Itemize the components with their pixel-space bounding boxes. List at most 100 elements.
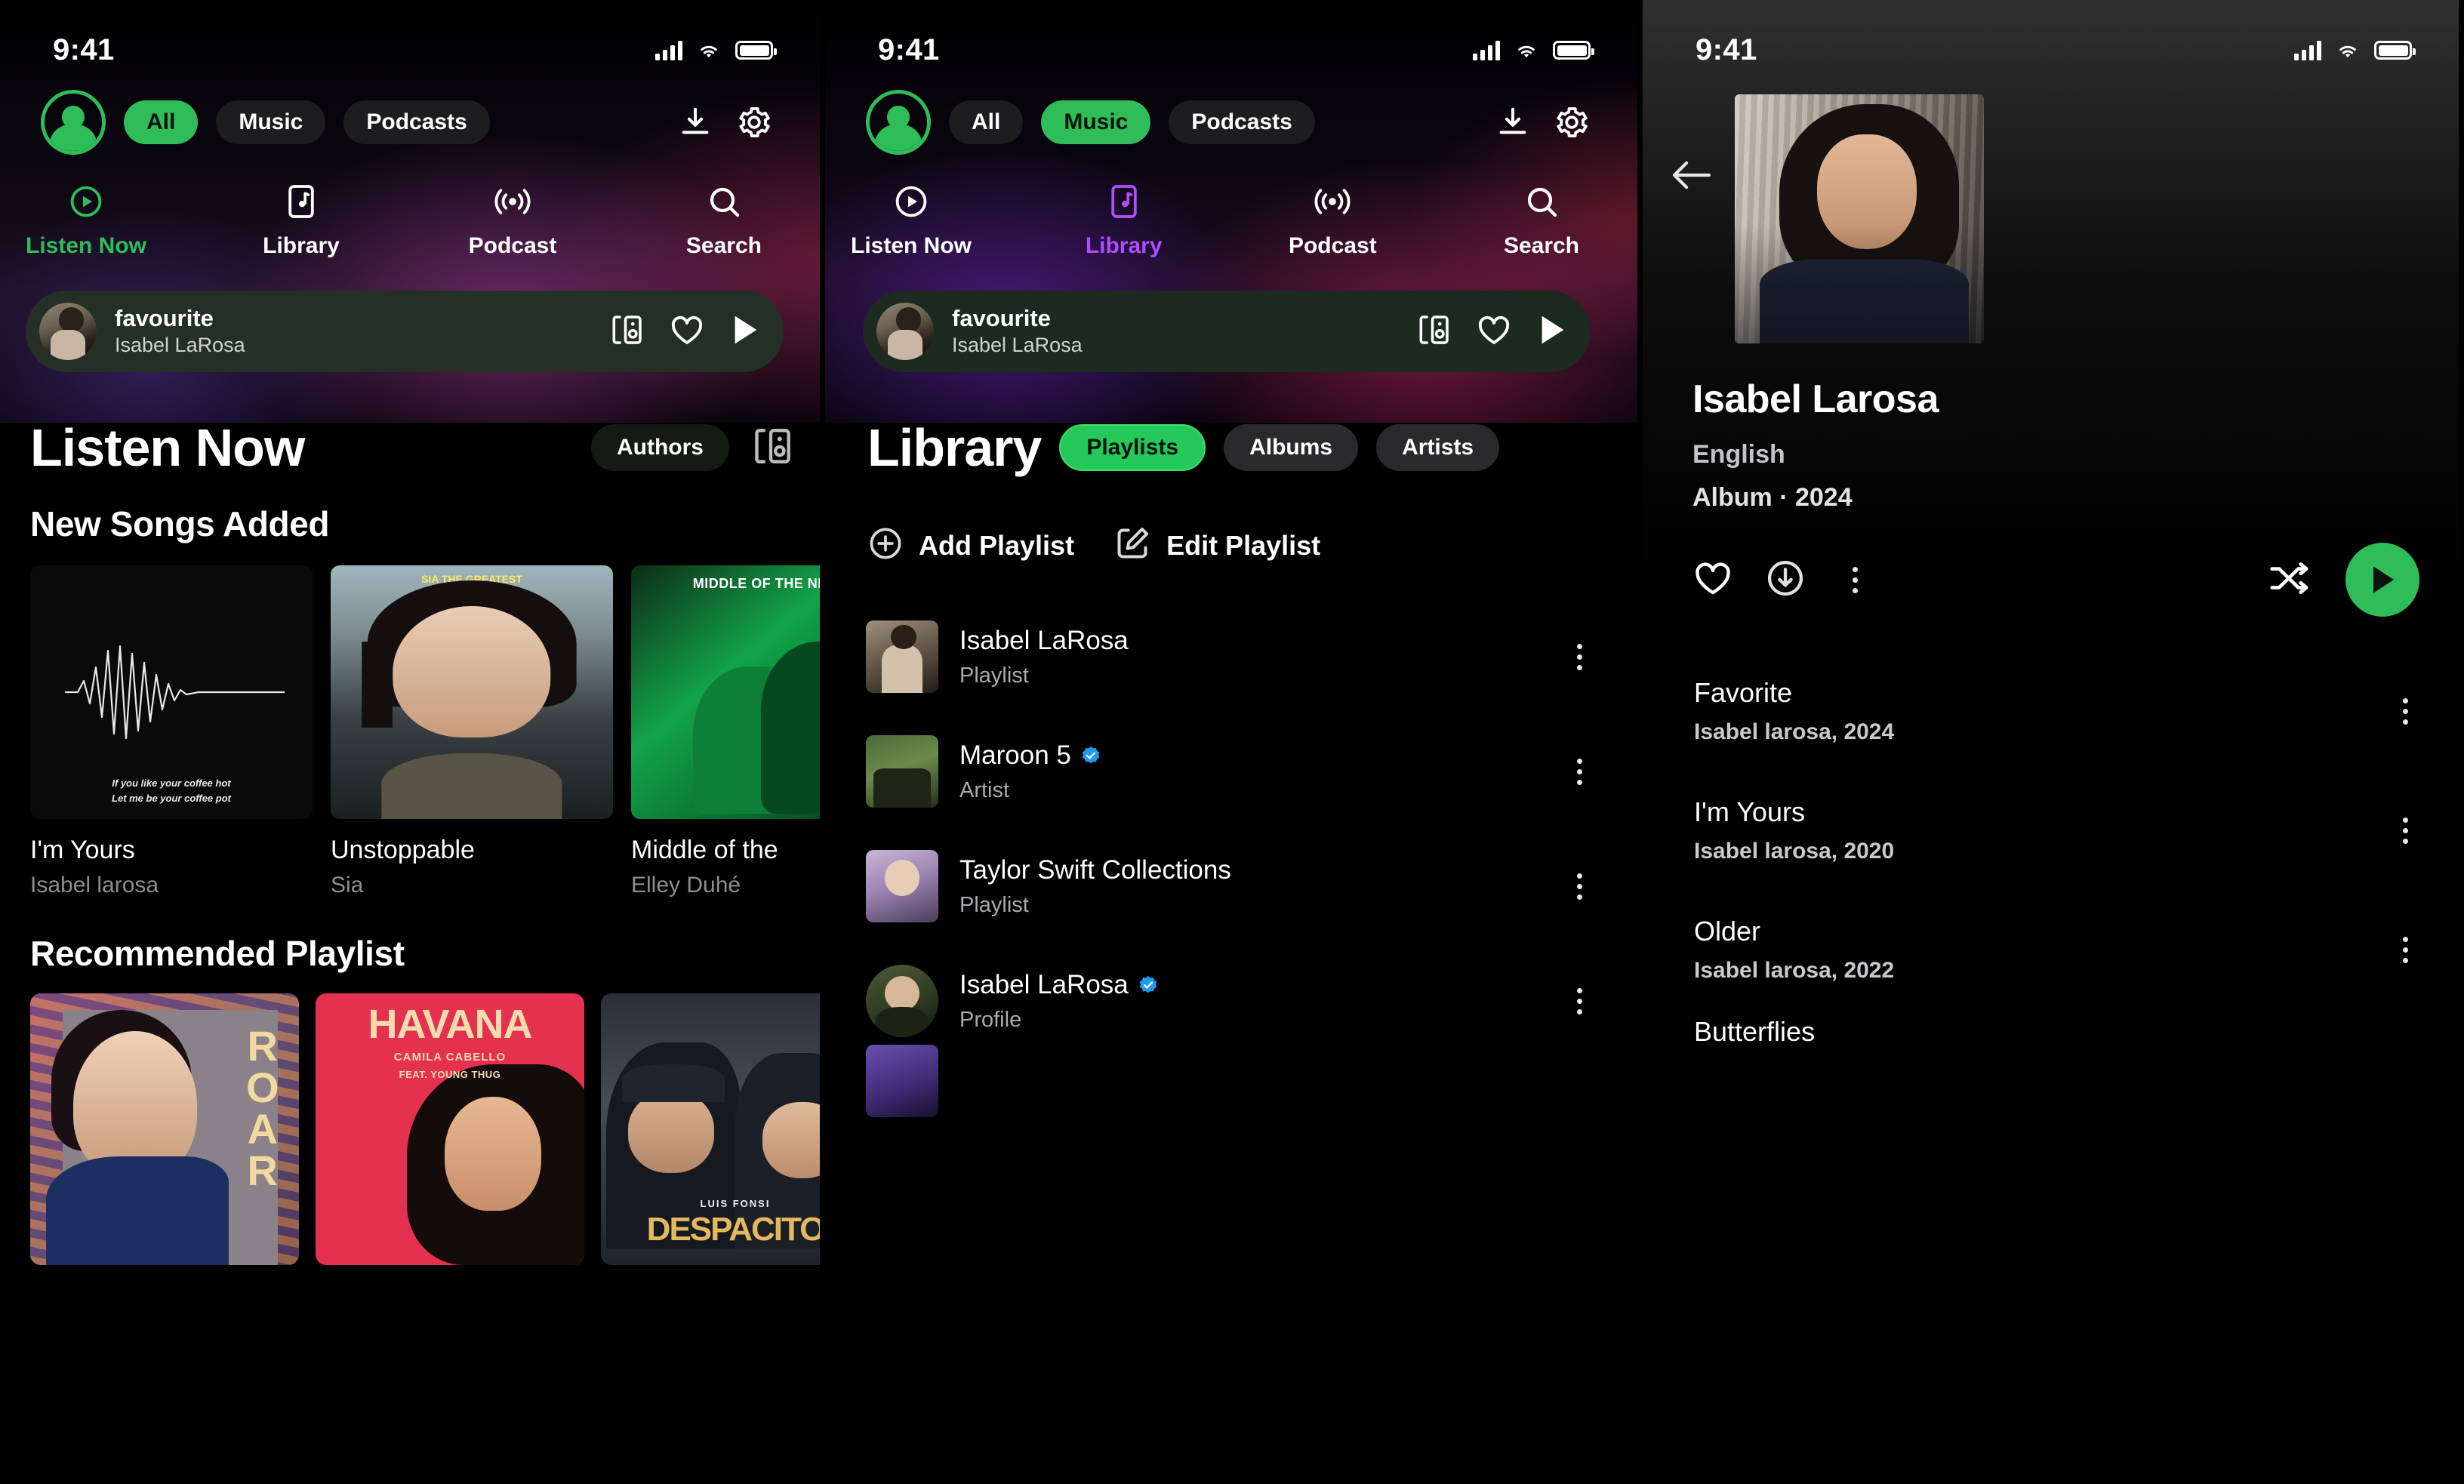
shuffle-icon[interactable] [2267, 558, 2314, 602]
heart-icon[interactable] [1476, 313, 1512, 350]
nav-tab-label: Search [685, 233, 762, 258]
status-indicators [1473, 40, 1594, 60]
nav-tab-label: Podcast [468, 233, 557, 258]
now-playing-title: favourite [952, 305, 1051, 332]
heart-icon[interactable] [1692, 559, 1733, 601]
waveform-icon [64, 645, 285, 740]
list-item[interactable]: Maroon 5 Artist [825, 714, 1637, 829]
chip-music[interactable]: Music [216, 100, 326, 144]
song-card[interactable]: SIA THE GREATEST Unstoppable Sia [331, 565, 613, 898]
chip-all[interactable]: All [124, 100, 199, 144]
wifi-icon [1518, 45, 1535, 57]
more-vertical-icon[interactable] [1562, 639, 1597, 674]
song-artist: Sia [331, 873, 364, 897]
nav-tab-search[interactable]: Search [1485, 182, 1598, 259]
more-vertical-icon[interactable] [1837, 562, 1872, 597]
verified-badge-icon [1139, 975, 1157, 993]
more-vertical-icon[interactable] [1562, 984, 1597, 1018]
nav-tab-search[interactable]: Search [667, 182, 781, 259]
list-item[interactable]: Taylor Swift Collections Playlist [825, 829, 1637, 944]
now-playing-bar[interactable]: favourite Isabel LaRosa [863, 291, 1591, 372]
track-row[interactable]: I'm Yours Isabel larosa, 2020 [1643, 771, 2459, 890]
phone-screen-listen-now: 9:41 All Music Podcasts Listen Now Libra… [0, 0, 820, 1484]
gear-icon[interactable] [1551, 102, 1592, 143]
nav-tab-library[interactable]: Library [1067, 182, 1181, 259]
track-row[interactable]: Favorite Isabel larosa, 2024 [1643, 651, 2459, 771]
now-playing-bar[interactable]: favourite Isabel LaRosa [26, 291, 784, 372]
download-circle-icon[interactable] [1765, 558, 1806, 602]
spotify-connect-icon[interactable] [752, 425, 794, 471]
nav-tab-podcast[interactable]: Podcast [1276, 182, 1389, 259]
download-icon[interactable] [1492, 102, 1533, 143]
recommended-card[interactable]: LUIS FONSI DESPACITO [601, 993, 820, 1265]
chip-music[interactable]: Music [1041, 100, 1151, 144]
gear-icon[interactable] [734, 102, 775, 143]
profile-avatar-icon[interactable] [41, 90, 106, 155]
play-icon[interactable] [1536, 313, 1568, 351]
track-row[interactable]: Butterflies [1643, 1009, 2459, 1055]
edit-pencil-icon [1113, 525, 1151, 566]
play-icon[interactable] [729, 313, 761, 351]
status-bar: 9:41 [1643, 0, 2459, 67]
list-item-title: Isabel LaRosa [959, 970, 1541, 1000]
track-subtitle: Isabel larosa, 2020 [1694, 839, 1895, 864]
more-vertical-icon[interactable] [2388, 813, 2422, 848]
wifi-icon [701, 45, 717, 57]
more-vertical-icon[interactable] [1562, 869, 1597, 904]
track-list: Favorite Isabel larosa, 2024 I'm Yours I… [1643, 617, 2459, 1055]
list-item-meta: Taylor Swift Collections Playlist [959, 855, 1541, 918]
now-playing-actions [1417, 313, 1568, 351]
nav-tab-library[interactable]: Library [245, 182, 358, 259]
list-item-title: Maroon 5 [959, 740, 1541, 771]
play-button[interactable] [2345, 543, 2419, 617]
recommended-card[interactable]: ROAR [30, 993, 299, 1265]
authors-button[interactable]: Authors [591, 424, 729, 471]
more-vertical-icon[interactable] [2388, 932, 2422, 967]
song-title: I'm Yours [30, 836, 135, 864]
page-title: Listen Now [30, 418, 305, 477]
track-title: I'm Yours [1694, 796, 1805, 827]
add-playlist-button[interactable]: Add Playlist [867, 525, 1074, 565]
recommended-card[interactable]: HAVANA CAMILA CABELLO FEAT. YOUNG THUG [316, 993, 584, 1265]
artist-album-meta: Album · 2024 [1692, 483, 1853, 512]
now-playing-artist: Isabel LaRosa [115, 334, 245, 357]
song-artist: Isabel larosa [30, 873, 159, 897]
track-row[interactable]: Older Isabel larosa, 2022 [1643, 890, 2459, 1009]
edit-playlist-label: Edit Playlist [1166, 529, 1321, 561]
list-item-artwork [866, 965, 938, 1037]
download-icon[interactable] [675, 102, 716, 143]
song-card[interactable]: If you like your coffee hot Let me be yo… [30, 565, 313, 898]
song-artist: Elley Duhé [631, 873, 741, 897]
more-vertical-icon[interactable] [1562, 754, 1597, 789]
library-list: Isabel LaRosa Playlist Maroon 5 Artist T… [825, 566, 1637, 1117]
nav-tab-listen-now[interactable]: Listen Now [26, 182, 146, 259]
artist-name: Isabel Larosa [1692, 377, 1939, 421]
song-title: Unstoppable [331, 836, 475, 864]
list-item[interactable]: Isabel LaRosa Playlist [825, 599, 1637, 714]
recommended-rail[interactable]: ROAR HAVANA CAMILA CABELLO FEAT. YOUNG T… [0, 974, 820, 1265]
heart-icon[interactable] [669, 313, 705, 350]
nav-tab-listen-now[interactable]: Listen Now [851, 182, 972, 259]
segment-artists[interactable]: Artists [1376, 424, 1500, 471]
more-vertical-icon[interactable] [2388, 694, 2422, 728]
segment-playlists[interactable]: Playlists [1059, 424, 1206, 471]
chip-all[interactable]: All [949, 100, 1024, 144]
chip-podcasts[interactable]: Podcasts [343, 100, 490, 144]
song-card[interactable]: MIDDLE OF THE NIGHT Middle of the Elley … [631, 565, 820, 898]
artist-language: English [1692, 440, 1785, 469]
segment-albums[interactable]: Albums [1224, 424, 1359, 471]
new-songs-rail[interactable]: If you like your coffee hot Let me be yo… [0, 544, 820, 898]
chip-podcasts[interactable]: Podcasts [1169, 100, 1315, 144]
list-item-partial[interactable] [825, 1045, 1637, 1117]
song-artwork: MIDDLE OF THE NIGHT [631, 565, 820, 819]
back-arrow-icon[interactable] [1665, 149, 1718, 202]
list-item-subtitle: Artist [959, 777, 1010, 802]
add-playlist-label: Add Playlist [919, 529, 1075, 561]
profile-avatar-icon[interactable] [866, 90, 931, 155]
edit-playlist-button[interactable]: Edit Playlist [1113, 525, 1320, 566]
spotify-connect-icon[interactable] [610, 313, 645, 351]
track-meta: Older Isabel larosa, 2022 [1694, 916, 2388, 984]
nav-tab-podcast[interactable]: Podcast [456, 182, 569, 259]
spotify-connect-icon[interactable] [1417, 313, 1452, 351]
list-item[interactable]: Isabel LaRosa Profile [825, 944, 1637, 1058]
